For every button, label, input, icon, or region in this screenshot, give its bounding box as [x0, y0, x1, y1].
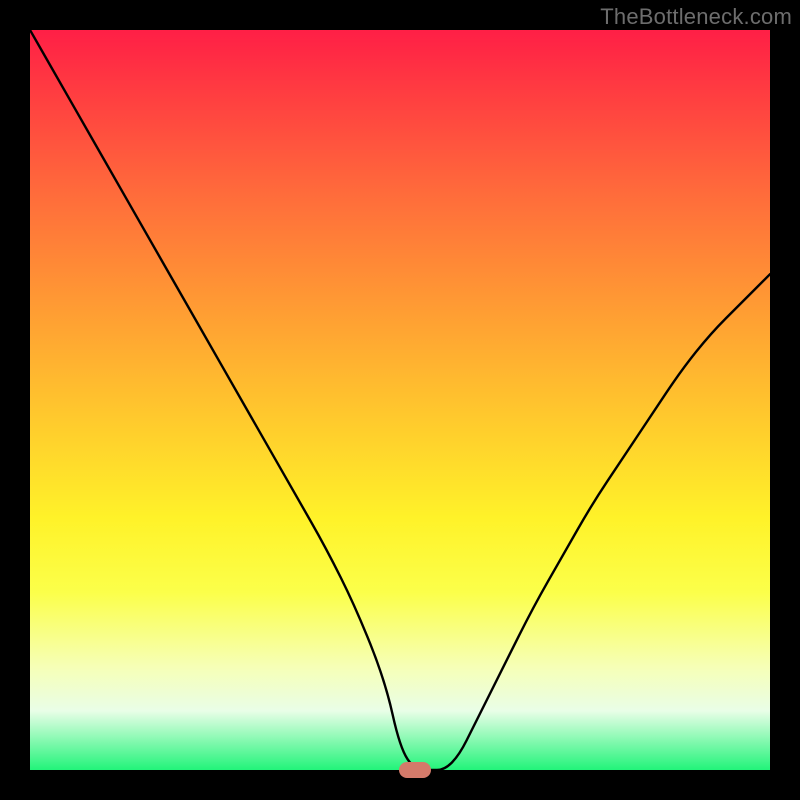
watermark-text: TheBottleneck.com	[600, 4, 792, 30]
optimal-marker	[399, 762, 431, 778]
plot-area	[30, 30, 770, 770]
curve-path	[30, 30, 770, 770]
bottleneck-curve	[30, 30, 770, 770]
chart-frame: TheBottleneck.com	[0, 0, 800, 800]
